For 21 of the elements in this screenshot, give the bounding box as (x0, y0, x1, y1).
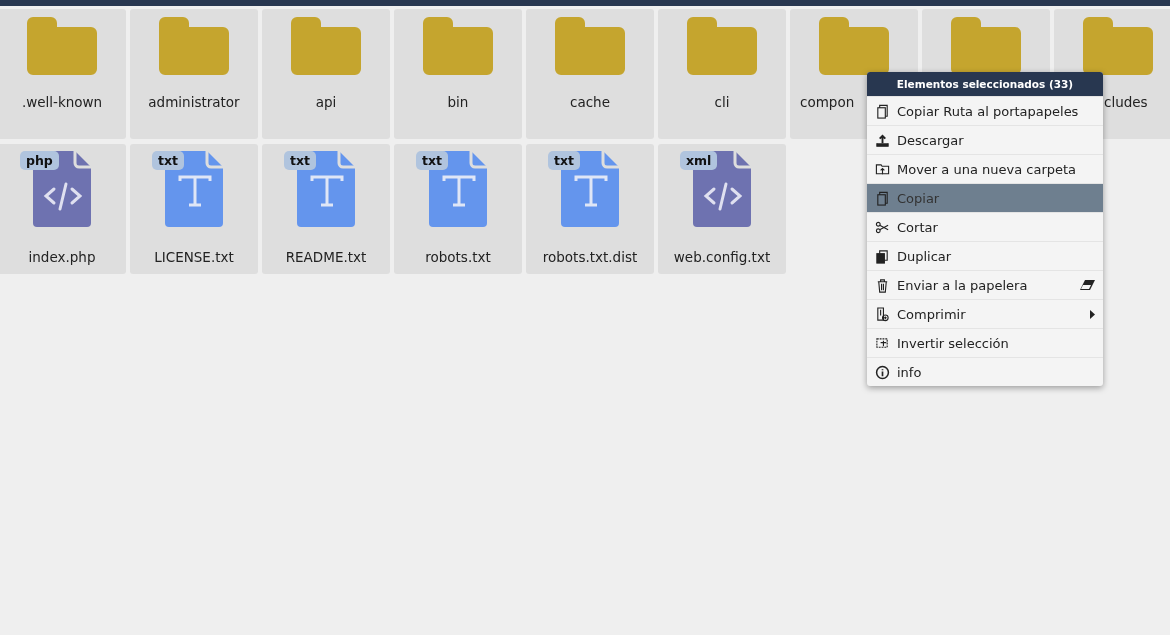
file-name: cli (714, 94, 730, 110)
file-name: api (315, 94, 337, 110)
menu-title: Elementos seleccionados (33) (867, 72, 1103, 96)
file-type-badge: xml (680, 151, 718, 170)
file-name: LICENSE.txt (154, 249, 234, 265)
file-type-badge: txt (152, 151, 184, 170)
file-type-badge: txt (416, 151, 448, 170)
file-name: administrator (148, 94, 240, 110)
file-name: README.txt (285, 249, 367, 265)
file-name: bin (447, 94, 469, 110)
file-type-badge: php (20, 151, 59, 170)
file-name: index.php (28, 249, 96, 265)
file-name: robots.txt (425, 249, 491, 265)
file-type-badge: txt (548, 151, 580, 170)
file-name: compon (799, 94, 855, 110)
file-name: cludes (1103, 94, 1148, 110)
file-name: cache (570, 94, 610, 110)
file-name: web.config.txt (673, 249, 771, 265)
file-name: robots.txt.dist (542, 249, 638, 265)
file-type-badge: txt (284, 151, 316, 170)
file-name: .well-known (21, 94, 103, 110)
